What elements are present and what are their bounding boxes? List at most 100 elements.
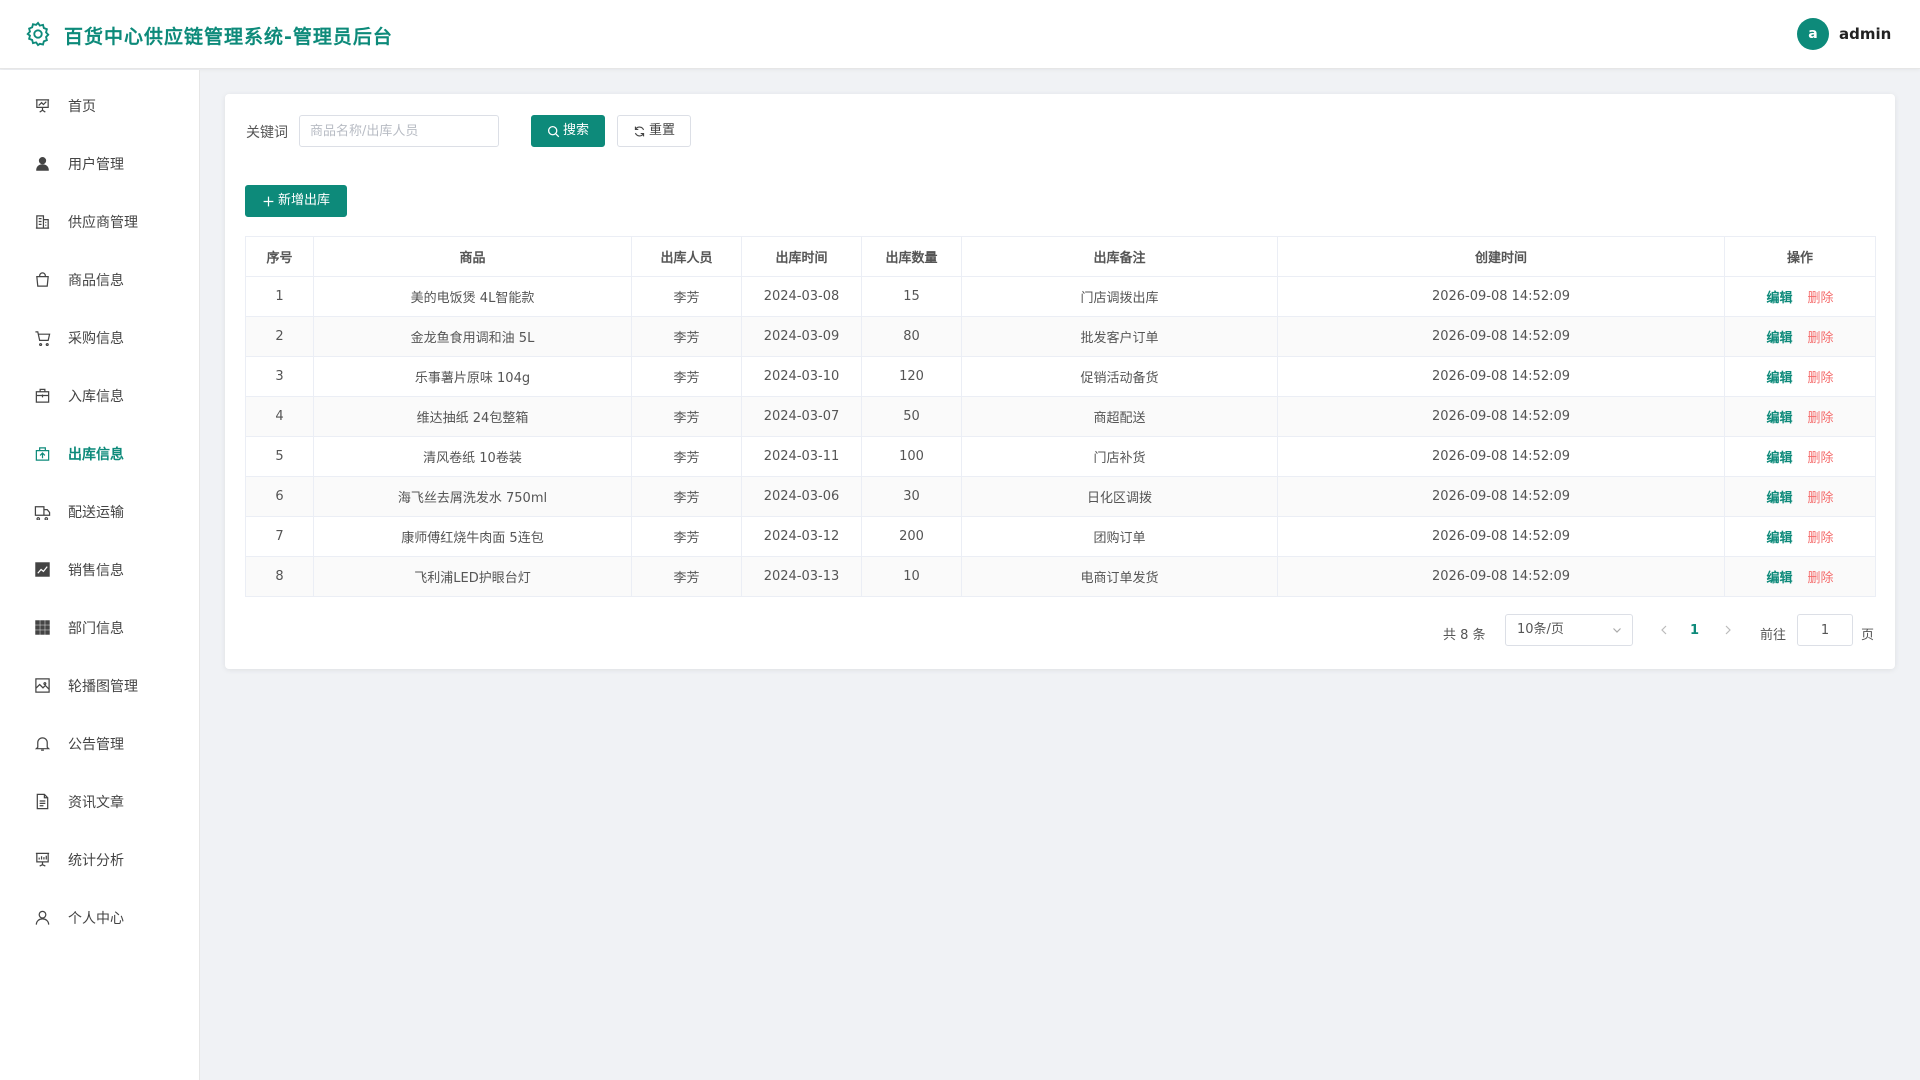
table-cell: 电商订单发货 — [961, 556, 1278, 597]
edit-button[interactable]: 编辑 — [1766, 291, 1792, 306]
sidebar-item-6[interactable]: 入库信息 — [0, 366, 199, 424]
table-cell: 2026-09-08 14:52:09 — [1277, 436, 1725, 477]
actions-cell: 编辑 删除 — [1724, 356, 1876, 397]
bell-icon — [34, 737, 51, 751]
column-header: 出库备注 — [961, 236, 1278, 277]
actions-cell: 编辑 删除 — [1724, 276, 1876, 317]
avatar[interactable]: a — [1797, 18, 1829, 50]
sidebar-item-label: 商品信息 — [68, 273, 124, 289]
delete-button[interactable]: 删除 — [1808, 491, 1834, 506]
table-cell: 飞利浦LED护眼台灯 — [313, 556, 632, 597]
table-cell: 清风卷纸 10卷装 — [313, 436, 632, 477]
page-size-select[interactable]: 10条/页 — [1505, 614, 1633, 646]
search-input[interactable] — [299, 115, 499, 147]
table-row: 5 清风卷纸 10卷装 李芳 2024-03-11 100 门店补货 2026-09-08 … — [245, 436, 1876, 477]
sidebar-item-8[interactable]: 配送运输 — [0, 482, 199, 540]
table-cell: 2026-09-08 14:52:09 — [1277, 476, 1725, 517]
sidebar-item-1[interactable]: 首页 — [0, 76, 199, 134]
table-cell: 乐事薯片原味 104g — [313, 356, 632, 397]
table-cell: 2026-09-08 14:52:09 — [1277, 356, 1725, 397]
delete-button[interactable]: 删除 — [1808, 411, 1834, 426]
table-cell: 2026-09-08 14:52:09 — [1277, 396, 1725, 437]
gear-icon — [26, 21, 50, 47]
edit-button[interactable]: 编辑 — [1766, 531, 1792, 546]
sidebar-item-4[interactable]: 商品信息 — [0, 250, 199, 308]
table-cell: 2024-03-08 — [741, 276, 862, 317]
sidebar-item-label: 出库信息 — [68, 447, 124, 463]
table-row: 7 康师傅红烧牛肉面 5连包 李芳 2024-03-12 200 团购订单 2026-09-… — [245, 516, 1876, 557]
sidebar-item-12[interactable]: 公告管理 — [0, 714, 199, 772]
sidebar-item-14[interactable]: 统计分析 — [0, 830, 199, 888]
goto-page-input[interactable] — [1797, 614, 1853, 646]
sidebar-item-5[interactable]: 采购信息 — [0, 308, 199, 366]
edit-button[interactable]: 编辑 — [1766, 571, 1792, 586]
sidebar-item-label: 部门信息 — [68, 621, 124, 637]
edit-button[interactable]: 编辑 — [1766, 371, 1792, 386]
delete-button[interactable]: 删除 — [1808, 291, 1834, 306]
sidebar-item-10[interactable]: 部门信息 — [0, 598, 199, 656]
delete-button[interactable]: 删除 — [1808, 571, 1834, 586]
actions-cell: 编辑 删除 — [1724, 556, 1876, 597]
trend-chart-icon — [35, 562, 50, 577]
table-cell: 李芳 — [631, 276, 742, 317]
edit-button[interactable]: 编辑 — [1766, 491, 1792, 506]
table-cell: 2024-03-12 — [741, 516, 862, 557]
top-header: 百货中心供应链管理系统-管理员后台 a admin — [0, 0, 1920, 69]
next-page-icon[interactable] — [1721, 623, 1735, 637]
goto-label: 前往 — [1760, 628, 1787, 643]
add-outbound-button[interactable]: 新增出库 — [245, 185, 347, 217]
table-header-row: 序号 商品 出库人员 出库时间 出库数量 出库备注 创建时间 操作 — [245, 236, 1876, 277]
table-row: 4 维达抽纸 24包整箱 李芳 2024-03-07 50 商超配送 2026-09-08 … — [245, 396, 1876, 437]
column-header: 出库数量 — [861, 236, 962, 277]
refresh-icon — [634, 125, 645, 137]
table-cell: 6 — [245, 476, 314, 517]
table-cell: 80 — [861, 316, 962, 357]
sidebar-item-3[interactable]: 供应商管理 — [0, 192, 199, 250]
actions-cell: 编辑 删除 — [1724, 516, 1876, 557]
sidebar-item-label: 轮播图管理 — [68, 679, 138, 695]
table-row: 8 飞利浦LED护眼台灯 李芳 2024-03-13 10 电商订单发货 2026-09-0… — [245, 556, 1876, 597]
sidebar-item-2[interactable]: 用户管理 — [0, 134, 199, 192]
delete-button[interactable]: 删除 — [1808, 451, 1834, 466]
delete-button[interactable]: 删除 — [1808, 331, 1834, 346]
search-button[interactable]: 搜索 — [531, 115, 605, 147]
table-cell: 2024-03-13 — [741, 556, 862, 597]
column-header: 商品 — [313, 236, 632, 277]
edit-button[interactable]: 编辑 — [1766, 411, 1792, 426]
sidebar-item-11[interactable]: 轮播图管理 — [0, 656, 199, 714]
plus-icon — [263, 196, 274, 206]
edit-button[interactable]: 编辑 — [1766, 451, 1792, 466]
table-cell: 李芳 — [631, 316, 742, 357]
page-number-current[interactable]: 1 — [1690, 623, 1699, 638]
prev-page-icon[interactable] — [1657, 623, 1671, 637]
sidebar-item-9[interactable]: 销售信息 — [0, 540, 199, 598]
search-button-label: 搜索 — [562, 123, 589, 138]
table-cell: 金龙鱼食用调和油 5L — [313, 316, 632, 357]
table-cell: 美的电饭煲 4L智能款 — [313, 276, 632, 317]
sidebar-item-label: 公告管理 — [68, 737, 124, 753]
table-cell: 2026-09-08 14:52:09 — [1277, 556, 1725, 597]
shopping-bag-icon — [36, 272, 49, 287]
table-cell: 100 — [861, 436, 962, 477]
sidebar-item-7[interactable]: 出库信息 — [0, 424, 199, 482]
sidebar-item-15[interactable]: 个人中心 — [0, 888, 199, 946]
sidebar-item-13[interactable]: 资讯文章 — [0, 772, 199, 830]
table-cell: 8 — [245, 556, 314, 597]
username[interactable]: admin — [1839, 25, 1891, 43]
picture-icon — [35, 678, 50, 693]
edit-button[interactable]: 编辑 — [1766, 331, 1792, 346]
delete-button[interactable]: 删除 — [1808, 531, 1834, 546]
reset-button[interactable]: 重置 — [617, 115, 691, 147]
table-cell: 120 — [861, 356, 962, 397]
table-cell: 2024-03-11 — [741, 436, 862, 477]
table-cell: 2026-09-08 14:52:09 — [1277, 316, 1725, 357]
chevron-down-icon — [1613, 628, 1621, 633]
column-header: 出库人员 — [631, 236, 742, 277]
sidebar-item-label: 配送运输 — [68, 505, 124, 521]
table-row: 6 海飞丝去屑洗发水 750ml 李芳 2024-03-06 30 日化区调拨 2026-0… — [245, 476, 1876, 517]
table-cell: 团购订单 — [961, 516, 1278, 557]
sidebar-item-label: 统计分析 — [68, 853, 124, 869]
delete-button[interactable]: 删除 — [1808, 371, 1834, 386]
truck-icon — [34, 506, 51, 520]
table-cell: 2024-03-09 — [741, 316, 862, 357]
